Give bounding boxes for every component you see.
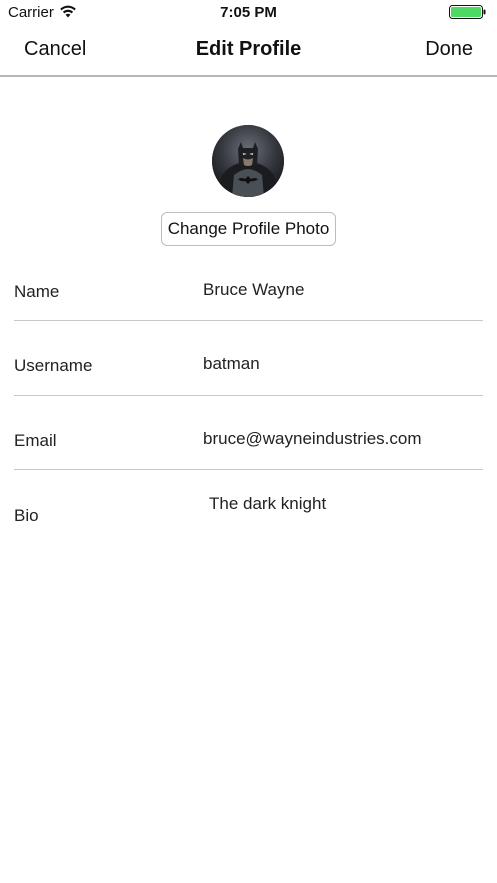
- edit-profile-screen: Carrier 7:05 PM Cancel Edit Profile Done: [0, 0, 497, 883]
- bio-field[interactable]: [209, 494, 489, 514]
- divider: [14, 469, 483, 470]
- done-button[interactable]: Done: [425, 38, 473, 61]
- divider: [14, 395, 483, 396]
- change-profile-photo-button[interactable]: Change Profile Photo: [161, 212, 336, 246]
- battery-icon: [449, 5, 486, 19]
- email-label: Email: [14, 431, 57, 450]
- status-time: 7:05 PM: [220, 4, 277, 21]
- profile-avatar[interactable]: [212, 125, 284, 197]
- username-field[interactable]: [203, 354, 483, 374]
- page-title: Edit Profile: [195, 38, 302, 60]
- navigation-bar: Cancel Edit Profile Done: [0, 24, 497, 77]
- name-field[interactable]: [203, 280, 483, 300]
- bio-label: Bio: [14, 506, 39, 525]
- email-field[interactable]: [203, 429, 483, 449]
- status-bar: Carrier 7:05 PM: [0, 0, 497, 24]
- name-label: Name: [14, 282, 60, 301]
- batman-avatar-icon: [212, 125, 284, 197]
- username-label: Username: [14, 356, 93, 375]
- divider: [14, 320, 483, 321]
